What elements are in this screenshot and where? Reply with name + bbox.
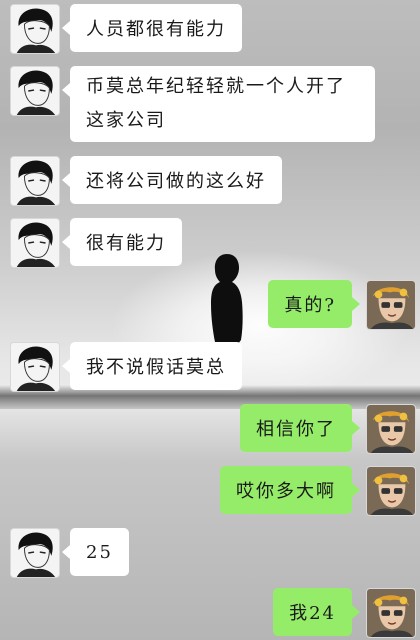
user-avatar[interactable] [366, 280, 416, 330]
contact-avatar[interactable] [10, 342, 60, 392]
contact-avatar[interactable] [10, 156, 60, 206]
contact-avatar[interactable] [10, 4, 60, 54]
user-avatar-icon [367, 405, 415, 453]
contact-avatar-icon [11, 343, 59, 391]
message-bubble-incoming[interactable]: 币莫总年纪轻轻就一个人开了这家公司 [62, 66, 375, 142]
contact-avatar-icon [11, 157, 59, 205]
message-bubble-outgoing[interactable]: 相信你了 [240, 404, 360, 452]
contact-avatar-icon [11, 5, 59, 53]
contact-avatar-icon [11, 67, 59, 115]
message-bubble-incoming[interactable]: 25 [62, 528, 129, 576]
user-avatar-icon [367, 589, 415, 637]
user-avatar-icon [367, 467, 415, 515]
message-bubble-outgoing[interactable]: 真的? [268, 280, 360, 328]
message-bubble-incoming[interactable]: 还将公司做的这么好 [62, 156, 282, 204]
user-avatar[interactable] [366, 466, 416, 516]
contact-avatar[interactable] [10, 66, 60, 116]
message-bubble-outgoing[interactable]: 我24 [273, 588, 360, 636]
contact-avatar[interactable] [10, 528, 60, 578]
message-bubble-incoming[interactable]: 人员都很有能力 [62, 4, 242, 52]
user-avatar[interactable] [366, 588, 416, 638]
contact-avatar-icon [11, 219, 59, 267]
user-avatar-icon [367, 281, 415, 329]
message-bubble-incoming[interactable]: 很有能力 [62, 218, 182, 266]
message-bubble-incoming[interactable]: 我不说假话莫总 [62, 342, 242, 390]
contact-avatar-icon [11, 529, 59, 577]
contact-avatar[interactable] [10, 218, 60, 268]
message-bubble-outgoing[interactable]: 哎你多大啊 [220, 466, 360, 514]
user-avatar[interactable] [366, 404, 416, 454]
